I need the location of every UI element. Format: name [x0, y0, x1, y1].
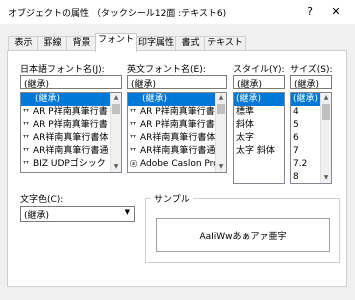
list-item[interactable]: ᵀᵀ AR P祥南真筆行書	[128, 106, 226, 119]
truetype-icon: ᵀᵀ	[130, 147, 137, 155]
opentype-a-icon: ⓐ	[130, 160, 137, 168]
list-item[interactable]: ᵀᵀ AR P祥南真筆行書	[21, 106, 121, 119]
scroll-down-icon[interactable]: ▼	[216, 162, 226, 172]
list-item[interactable]: ᵀᵀ AR P祥南真筆行書	[21, 119, 121, 132]
list-item-label: AR祥南真筆行書通	[140, 146, 216, 156]
truetype-icon: ᵀᵀ	[23, 108, 30, 116]
western-font-input[interactable]: (継承)	[127, 75, 227, 89]
list-item[interactable]: (継承)	[234, 93, 284, 106]
list-item[interactable]: ⓐ Adobe Caslon Pro	[128, 158, 226, 171]
list-item[interactable]: ᵀᵀ BIZ UDPゴシック	[21, 158, 121, 171]
list-item-label: (継承)	[35, 94, 61, 104]
style-input[interactable]: (継承)	[233, 75, 285, 89]
list-item[interactable]: ᵀᵀ AR祥南真筆行書通	[21, 145, 121, 158]
list-item-label: AR P祥南真筆行書	[33, 107, 108, 117]
list-item[interactable]: (継承)	[21, 93, 121, 106]
sample-preview: AaIiWwあぁアァ亜宇	[156, 218, 330, 252]
list-item[interactable]: 標準	[234, 106, 284, 119]
sample-label: サンプル	[151, 192, 193, 205]
tab-strip: 表示 罫線 背景 フォント 印字属性 書式 テキスト	[8, 33, 348, 52]
truetype-icon: ᵀᵀ	[23, 134, 30, 142]
list-item[interactable]: ᵀᵀ AR P祥南真筆行書	[128, 119, 226, 132]
style-label: スタイル(Y):	[233, 65, 285, 75]
list-item-label: Adobe Caslon Pro	[140, 159, 219, 169]
text-color-select[interactable]: (継承) ▼	[20, 206, 135, 222]
western-font-label: 英文フォント名(E):	[127, 65, 206, 75]
size-label: サイズ(S):	[290, 65, 333, 75]
list-item-label: AR P祥南真筆行書	[33, 120, 108, 130]
japanese-font-label: 日本語フォント名(J):	[20, 65, 105, 75]
help-button[interactable]: ?	[300, 3, 320, 21]
truetype-icon: ᵀᵀ	[23, 121, 30, 129]
japanese-font-list[interactable]: (継承) ᵀᵀ AR P祥南真筆行書 ᵀᵀ AR P祥南真筆行書 ᵀᵀ AR祥南真筆行…	[20, 92, 122, 173]
list-item[interactable]: 斜体	[234, 119, 284, 132]
tab-format[interactable]: 書式	[175, 36, 206, 51]
list-item-label: AR P祥南真筆行書	[140, 120, 215, 130]
truetype-icon: ᵀᵀ	[23, 160, 30, 168]
scroll-thumb[interactable]	[217, 104, 225, 114]
western-font-list[interactable]: (継承) ᵀᵀ AR P祥南真筆行書 ᵀᵀ AR P祥南真筆行書 ᵀᵀ AR祥南真筆行…	[127, 92, 227, 173]
scroll-down-icon[interactable]: ▼	[321, 173, 331, 183]
scroll-down-icon[interactable]: ▼	[111, 162, 121, 172]
scroll-thumb[interactable]	[322, 104, 330, 120]
tab-background[interactable]: 背景	[66, 36, 97, 51]
truetype-icon: ᵀᵀ	[130, 108, 137, 116]
tab-border[interactable]: 罫線	[37, 36, 68, 51]
list-item[interactable]: ᵀᵀ AR祥南真筆行書通	[128, 145, 226, 158]
tab-text[interactable]: テキスト	[204, 36, 246, 51]
list-item-label: AR P祥南真筆行書	[140, 107, 215, 117]
list-item-label: BIZ UDPゴシック	[33, 159, 106, 169]
size-input[interactable]: (継承)	[290, 75, 332, 89]
tab-print-attributes[interactable]: 印字属性	[135, 36, 177, 51]
list-item-label: AR祥南真筆行書体	[140, 133, 216, 143]
window-title: オブジェクトの属性 （タックシール12面 :テキスト6)	[8, 9, 227, 19]
scrollbar[interactable]: ▲ ▼	[215, 93, 226, 172]
truetype-icon: ᵀᵀ	[130, 121, 137, 129]
tab-display[interactable]: 表示	[8, 36, 39, 51]
list-item[interactable]: (継承)	[128, 93, 226, 106]
truetype-icon: ᵀᵀ	[23, 147, 30, 155]
scroll-up-icon[interactable]: ▲	[216, 93, 226, 103]
list-item-label: AR祥南真筆行書通	[33, 146, 109, 156]
tab-font[interactable]: フォント	[95, 33, 137, 52]
scrollbar[interactable]: ▲ ▼	[110, 93, 121, 172]
list-item-label: AR祥南真筆行書体	[33, 133, 109, 143]
scrollbar[interactable]: ▲ ▼	[320, 93, 331, 183]
style-list[interactable]: (継承) 標準 斜体 太字 太字 斜体	[233, 92, 285, 184]
scroll-up-icon[interactable]: ▲	[111, 93, 121, 103]
japanese-font-input[interactable]: (継承)	[20, 75, 122, 89]
truetype-icon: ᵀᵀ	[130, 134, 137, 142]
chevron-down-icon: ▼	[124, 208, 130, 216]
list-item[interactable]: (継承)	[291, 93, 323, 106]
text-color-value: (継承)	[24, 211, 50, 221]
text-color-label: 文字色(C):	[20, 195, 64, 205]
scroll-up-icon[interactable]: ▲	[321, 93, 331, 103]
list-item[interactable]: 太字 斜体	[234, 145, 284, 158]
size-list[interactable]: (継承) 4 5 6 7 7.2 8 9 ▲ ▼	[290, 92, 332, 184]
scroll-thumb[interactable]	[112, 104, 120, 114]
list-item[interactable]: ᵀᵀ AR祥南真筆行書体	[21, 132, 121, 145]
list-item[interactable]: ᵀᵀ AR祥南真筆行書体	[128, 132, 226, 145]
list-item-label: (継承)	[142, 94, 168, 104]
sample-text: AaIiWwあぁアァ亜宇	[199, 232, 287, 242]
close-button[interactable]: ✕	[326, 3, 346, 21]
list-item[interactable]: 太字	[234, 132, 284, 145]
